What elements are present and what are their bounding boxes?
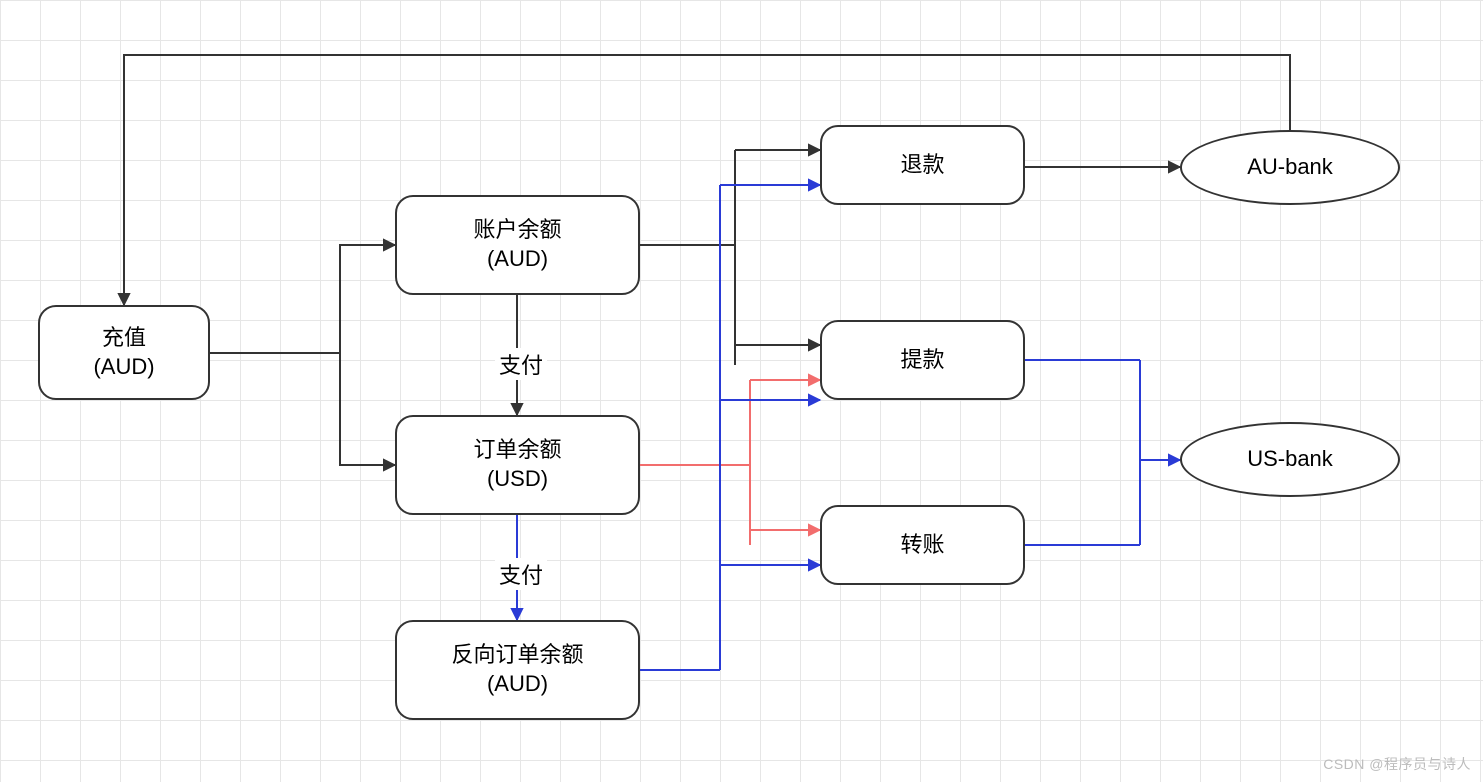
node-transfer-line1: 转账 — [900, 531, 944, 560]
node-recharge-line1: 充值 — [102, 324, 146, 353]
node-rev-order-line2: (AUD) — [487, 670, 548, 699]
node-refund: 退款 — [820, 125, 1025, 205]
node-order-balance-line1: 订单余额 — [473, 436, 561, 465]
node-recharge: 充值 (AUD) — [38, 305, 210, 400]
node-acct-balance-line2: (AUD) — [487, 245, 548, 274]
grid-background — [0, 0, 1483, 782]
node-us-bank: US-bank — [1180, 422, 1400, 497]
node-order-balance: 订单余额 (USD) — [395, 415, 640, 515]
edge-label-pay1: 支付 — [495, 348, 547, 380]
node-withdraw-line1: 提款 — [900, 346, 944, 375]
node-au-bank: AU-bank — [1180, 130, 1400, 205]
watermark: CSDN @程序员与诗人 — [1323, 754, 1471, 774]
node-refund-line1: 退款 — [900, 151, 944, 180]
edge-label-pay2: 支付 — [495, 558, 547, 590]
node-acct-balance-line1: 账户余额 — [473, 216, 561, 245]
node-withdraw: 提款 — [820, 320, 1025, 400]
node-transfer: 转账 — [820, 505, 1025, 585]
node-us-bank-line1: US-bank — [1247, 445, 1333, 474]
node-rev-order: 反向订单余额 (AUD) — [395, 620, 640, 720]
node-acct-balance: 账户余额 (AUD) — [395, 195, 640, 295]
node-rev-order-line1: 反向订单余额 — [451, 641, 583, 670]
node-au-bank-line1: AU-bank — [1247, 153, 1333, 182]
node-order-balance-line2: (USD) — [487, 465, 548, 494]
node-recharge-line2: (AUD) — [93, 353, 154, 382]
